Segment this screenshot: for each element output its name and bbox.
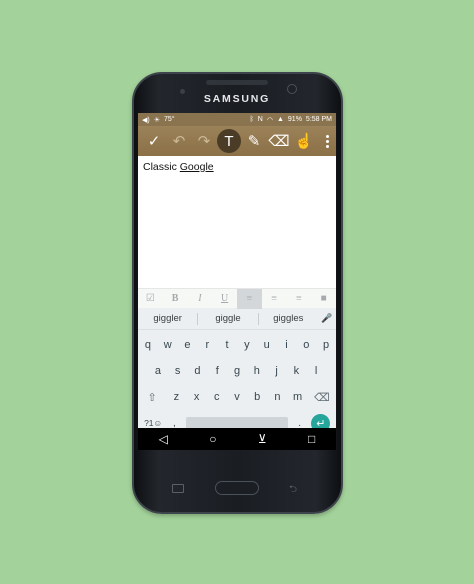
checkbox-icon[interactable]: ☑ — [138, 289, 163, 309]
hardware-recents-icon[interactable] — [172, 484, 184, 493]
key-j[interactable]: j — [267, 365, 287, 377]
key-b[interactable]: b — [247, 391, 267, 403]
document-text: Classic — [143, 161, 180, 173]
hide-keyboard-icon[interactable]: ⊻ — [258, 432, 267, 446]
back-icon[interactable]: ◁ — [159, 432, 168, 446]
document-link[interactable]: Google — [180, 161, 214, 173]
key-o[interactable]: o — [296, 339, 316, 351]
eraser-icon[interactable]: ⌫ — [267, 129, 291, 153]
shift-key-icon[interactable]: ⇧ — [138, 391, 166, 404]
temperature: 75° — [164, 116, 175, 123]
sensor — [180, 89, 185, 94]
clock: 5:58 PM — [305, 116, 332, 123]
key-h[interactable]: h — [247, 365, 267, 377]
key-k[interactable]: k — [286, 365, 306, 377]
key-q[interactable]: q — [138, 339, 158, 351]
undo-icon[interactable]: ↶ — [167, 129, 191, 153]
key-f[interactable]: f — [207, 365, 227, 377]
suggestion-strip: giggler giggle giggles 🎤 — [138, 308, 336, 330]
key-p[interactable]: p — [316, 339, 336, 351]
keyboard-row-2: a s d f g h j k l — [138, 358, 336, 384]
key-y[interactable]: y — [237, 339, 257, 351]
text-tool-icon[interactable]: T — [217, 129, 241, 153]
suggestion-item[interactable]: giggles — [259, 313, 318, 324]
keyboard-row-3: ⇧ z x c v b n m ⌫ — [138, 384, 336, 410]
key-s[interactable]: s — [168, 365, 188, 377]
key-d[interactable]: d — [188, 365, 208, 377]
brand-logo: SAMSUNG — [203, 93, 271, 105]
key-x[interactable]: x — [186, 391, 206, 403]
delete-key-icon[interactable]: ⌫ — [308, 391, 336, 404]
nfc-icon: N — [257, 116, 263, 123]
key-a[interactable]: a — [148, 365, 168, 377]
check-icon[interactable]: ✓ — [142, 129, 166, 153]
key-n[interactable]: n — [267, 391, 287, 403]
italic-button[interactable]: I — [188, 289, 213, 309]
key-l[interactable]: l — [306, 365, 326, 377]
redo-icon[interactable]: ↷ — [192, 129, 216, 153]
key-g[interactable]: g — [227, 365, 247, 377]
key-e[interactable]: e — [178, 339, 198, 351]
speaker-grille — [206, 80, 268, 85]
signal-icon: ▲ — [276, 116, 284, 123]
underline-button[interactable]: U — [212, 289, 237, 309]
battery-level: 91% — [287, 116, 302, 123]
key-u[interactable]: u — [257, 339, 277, 351]
recents-icon[interactable]: □ — [308, 432, 315, 446]
pen-icon[interactable]: ✎ — [242, 129, 266, 153]
wifi-icon: ◠ — [266, 116, 273, 124]
key-z[interactable]: z — [166, 391, 186, 403]
block-icon[interactable]: ■ — [311, 289, 336, 309]
microphone-icon[interactable]: 🎤 — [318, 313, 336, 324]
key-v[interactable]: v — [227, 391, 247, 403]
hardware-back-icon[interactable]: ⮌ — [289, 482, 297, 499]
align-right-icon[interactable]: ≡ — [287, 289, 312, 309]
align-left-icon[interactable]: ≡ — [237, 288, 262, 309]
bold-button[interactable]: B — [163, 289, 188, 309]
key-t[interactable]: t — [217, 339, 237, 351]
document-canvas[interactable]: Classic Google — [138, 156, 336, 288]
symbols-key[interactable]: ?1☺ — [140, 418, 166, 428]
more-options-icon[interactable] — [322, 134, 332, 148]
editor-toolbar: ✓ ↶ ↷ T ✎ ⌫ ☝ — [138, 126, 336, 156]
period-key[interactable]: . — [292, 418, 308, 429]
key-m[interactable]: m — [288, 391, 308, 403]
navigation-bar: ◁ ○ ⊻ □ — [138, 428, 336, 450]
suggestion-item[interactable]: giggler — [138, 313, 197, 324]
bluetooth-icon: ᛒ — [249, 116, 254, 123]
suggestion-item[interactable]: giggle — [198, 313, 257, 324]
format-bar: ☑ B I U ≡ ≡ ≡ ■ — [138, 288, 336, 309]
comma-key[interactable]: , — [166, 418, 182, 429]
key-w[interactable]: w — [158, 339, 178, 351]
weather-icon: ☀ — [153, 116, 160, 124]
status-bar: ◀) ☀ 75° ᛒ N ◠ ▲ 91% 5:58 PM — [138, 113, 336, 126]
hardware-home-button[interactable] — [215, 481, 259, 495]
home-icon[interactable]: ○ — [209, 432, 216, 446]
gesture-icon[interactable]: ☝ — [292, 129, 316, 153]
notification-icon: ◀) — [142, 116, 150, 124]
align-center-icon[interactable]: ≡ — [262, 289, 287, 309]
key-r[interactable]: r — [197, 339, 217, 351]
keyboard-row-1: q w e r t y u i o p — [138, 332, 336, 358]
key-i[interactable]: i — [277, 339, 297, 351]
front-camera — [287, 84, 297, 94]
key-c[interactable]: c — [207, 391, 227, 403]
screen: ◀) ☀ 75° ᛒ N ◠ ▲ 91% 5:58 PM ✓ ↶ ↷ T ✎ ⌫… — [138, 113, 336, 450]
